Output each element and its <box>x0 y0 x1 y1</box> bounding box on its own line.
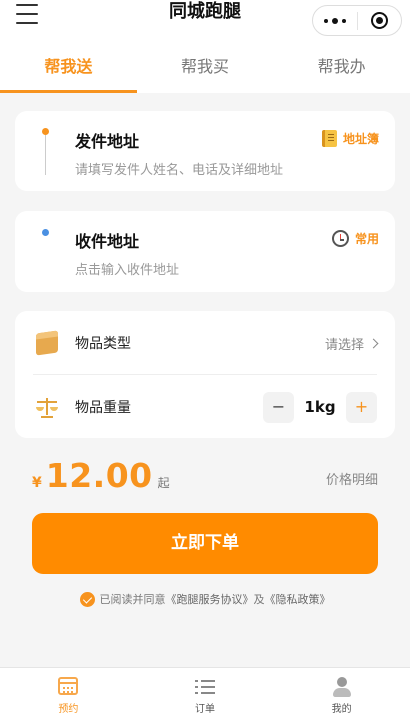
receiver-title: 收件地址 <box>75 232 140 251</box>
price-detail-link[interactable]: 价格明细 <box>326 469 378 488</box>
currency-symbol: ¥ <box>32 475 42 491</box>
mini-program-capsule <box>312 5 402 36</box>
weight-value: 1kg <box>304 398 336 416</box>
clock-icon <box>331 230 349 247</box>
target-icon[interactable] <box>357 12 401 29</box>
box-icon <box>36 330 58 356</box>
agreement-and: 及 <box>253 593 265 606</box>
calendar-icon <box>58 677 79 695</box>
weight-minus-button[interactable]: − <box>263 391 294 423</box>
tabbar-label-mine: 我的 <box>331 704 352 715</box>
receiver-address-card[interactable]: 收件地址 点击输入收件地址 常用 <box>15 211 395 292</box>
address-book-button[interactable]: 地址簿 <box>321 130 379 147</box>
tabbar-label-booking: 预约 <box>58 704 79 715</box>
user-icon <box>332 677 352 697</box>
privacy-policy-link[interactable]: 《隐私政策》 <box>265 591 331 607</box>
address-book-label: 地址簿 <box>342 132 379 146</box>
agreement-prefix: 已阅读并同意 <box>99 593 166 606</box>
goods-weight-label: 物品重量 <box>75 400 131 416</box>
goods-weight-row: 物品重量 − 1kg + <box>15 375 395 439</box>
tabbar-item-orders[interactable]: 订单 <box>137 668 274 715</box>
place-order-button[interactable]: 立即下单 <box>32 513 378 574</box>
tabbar-item-booking[interactable]: 预约 <box>0 668 137 715</box>
goods-type-value: 请选择 <box>324 337 364 353</box>
receiver-dot-icon <box>42 229 49 236</box>
address-book-icon <box>321 130 337 147</box>
address-connector-line <box>45 135 46 175</box>
goods-type-label: 物品类型 <box>75 336 131 352</box>
weight-stepper: − 1kg + <box>263 391 377 423</box>
chevron-right-icon <box>368 338 379 348</box>
tab-help-do[interactable]: 帮我办 <box>273 40 410 93</box>
sender-dot-icon <box>42 128 49 135</box>
top-bar: 同城跑腿 <box>0 0 410 40</box>
service-agreement-link[interactable]: 《跑腿服务协议》 <box>166 591 254 607</box>
goods-card: 物品类型 请选择 物品重量 − 1kg + <box>15 311 395 438</box>
bottom-tabbar: 预约 订单 我的 <box>0 667 410 715</box>
receiver-placeholder: 点击输入收件地址 <box>75 263 180 278</box>
tabbar-label-orders: 订单 <box>195 704 215 715</box>
more-dots-icon[interactable] <box>313 17 357 24</box>
price-amount: 12.00 <box>45 456 153 495</box>
sender-placeholder: 请填写发件人姓名、电话及详细地址 <box>75 163 284 178</box>
scale-icon <box>36 396 58 418</box>
agreement-row: 已阅读并同意 《跑腿服务协议》 及 《隐私政策》 <box>0 591 410 607</box>
weight-plus-button[interactable]: + <box>346 391 377 423</box>
price-suffix: 起 <box>157 476 170 490</box>
goods-type-row[interactable]: 物品类型 请选择 <box>15 311 395 375</box>
tabbar-item-mine[interactable]: 我的 <box>273 668 410 715</box>
frequent-address-button[interactable]: 常用 <box>331 230 379 247</box>
price-display: ¥ 12.00 起 <box>32 456 170 495</box>
frequent-label: 常用 <box>354 232 379 246</box>
list-icon <box>195 677 215 695</box>
sender-address-card[interactable]: 发件地址 请填写发件人姓名、电话及详细地址 地址簿 <box>15 111 395 191</box>
tab-help-buy[interactable]: 帮我买 <box>137 40 274 93</box>
service-tabs: 帮我送 帮我买 帮我办 <box>0 40 410 93</box>
agree-checkbox-icon[interactable] <box>79 591 95 607</box>
tab-help-send[interactable]: 帮我送 <box>0 40 137 93</box>
goods-type-select[interactable]: 请选择 <box>324 334 379 353</box>
sender-title: 发件地址 <box>75 132 140 151</box>
